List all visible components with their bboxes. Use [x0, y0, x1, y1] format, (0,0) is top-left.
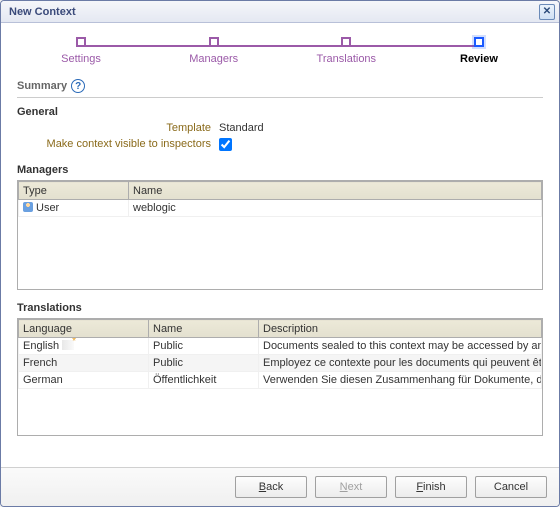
help-icon[interactable]: ?: [71, 79, 85, 93]
section-general-title: General: [17, 106, 543, 118]
cell-description: Employez ce contexte pour les documents …: [259, 355, 542, 372]
cell-name: Public: [149, 338, 259, 355]
table-header-row: Language Name Description: [19, 320, 542, 338]
step-translations[interactable]: Translations: [296, 37, 396, 65]
cell-name: Öffentlichkeit: [149, 372, 259, 389]
wizard-steps: Settings Managers Translations Review: [1, 23, 559, 69]
step-label: Translations: [317, 53, 377, 65]
col-description[interactable]: Description: [259, 320, 542, 338]
template-label: Template: [17, 122, 217, 134]
visible-label: Make context visible to inspectors: [17, 138, 217, 154]
summary-title: Summary: [17, 80, 67, 92]
step-box-icon: [341, 37, 351, 47]
table-row[interactable]: French Public Employez ce contexte pour …: [19, 355, 542, 372]
col-type[interactable]: Type: [19, 182, 129, 200]
cell-name: Public: [149, 355, 259, 372]
translations-table: Language Name Description English Public…: [18, 319, 542, 389]
section-translations-title: Translations: [17, 302, 543, 314]
visible-checkbox[interactable]: [219, 138, 232, 151]
step-managers[interactable]: Managers: [164, 37, 264, 65]
cell-type: User: [36, 202, 59, 214]
step-label: Review: [460, 53, 498, 65]
table-header-row: Type Name: [19, 182, 542, 200]
step-review[interactable]: Review: [429, 37, 529, 65]
col-language[interactable]: Language: [19, 320, 149, 338]
default-lang-icon: [62, 340, 74, 350]
dialog-body: Summary ? General Template Standard Make…: [1, 69, 559, 467]
step-settings[interactable]: Settings: [31, 37, 131, 65]
col-name[interactable]: Name: [149, 320, 259, 338]
cell-language: French: [19, 355, 149, 372]
cell-description: Documents sealed to this context may be …: [259, 338, 542, 355]
dialog-title: New Context: [9, 6, 539, 18]
step-box-icon: [209, 37, 219, 47]
step-box-icon: [76, 37, 86, 47]
cell-language: English: [23, 340, 59, 352]
close-button[interactable]: ✕: [539, 4, 555, 20]
template-value: Standard: [217, 122, 543, 134]
footer: Back Next Finish Cancel: [1, 467, 559, 506]
cell-description: Verwenden Sie diesen Zusammenhang für Do…: [259, 372, 542, 389]
step-box-icon: [474, 37, 484, 47]
cell-language: German: [19, 372, 149, 389]
col-name[interactable]: Name: [129, 182, 542, 200]
new-context-dialog: New Context ✕ Settings Managers Translat…: [0, 0, 560, 507]
next-button: Next: [315, 476, 387, 498]
step-label: Settings: [61, 53, 101, 65]
table-row[interactable]: User weblogic: [19, 200, 542, 217]
managers-table: Type Name User weblogic: [18, 181, 542, 217]
cancel-button[interactable]: Cancel: [475, 476, 547, 498]
table-row[interactable]: German Öffentlichkeit Verwenden Sie dies…: [19, 372, 542, 389]
user-icon: [23, 202, 33, 212]
section-managers-title: Managers: [17, 164, 543, 176]
managers-table-wrap: Type Name User weblogic: [17, 180, 543, 290]
step-label: Managers: [189, 53, 238, 65]
finish-button[interactable]: Finish: [395, 476, 467, 498]
general-grid: Template Standard Make context visible t…: [17, 122, 543, 154]
cell-name: weblogic: [129, 200, 542, 217]
table-row[interactable]: English Public Documents sealed to this …: [19, 338, 542, 355]
title-bar: New Context ✕: [1, 1, 559, 23]
back-button[interactable]: Back: [235, 476, 307, 498]
summary-header: Summary ?: [17, 79, 543, 98]
translations-table-wrap: Language Name Description English Public…: [17, 318, 543, 436]
